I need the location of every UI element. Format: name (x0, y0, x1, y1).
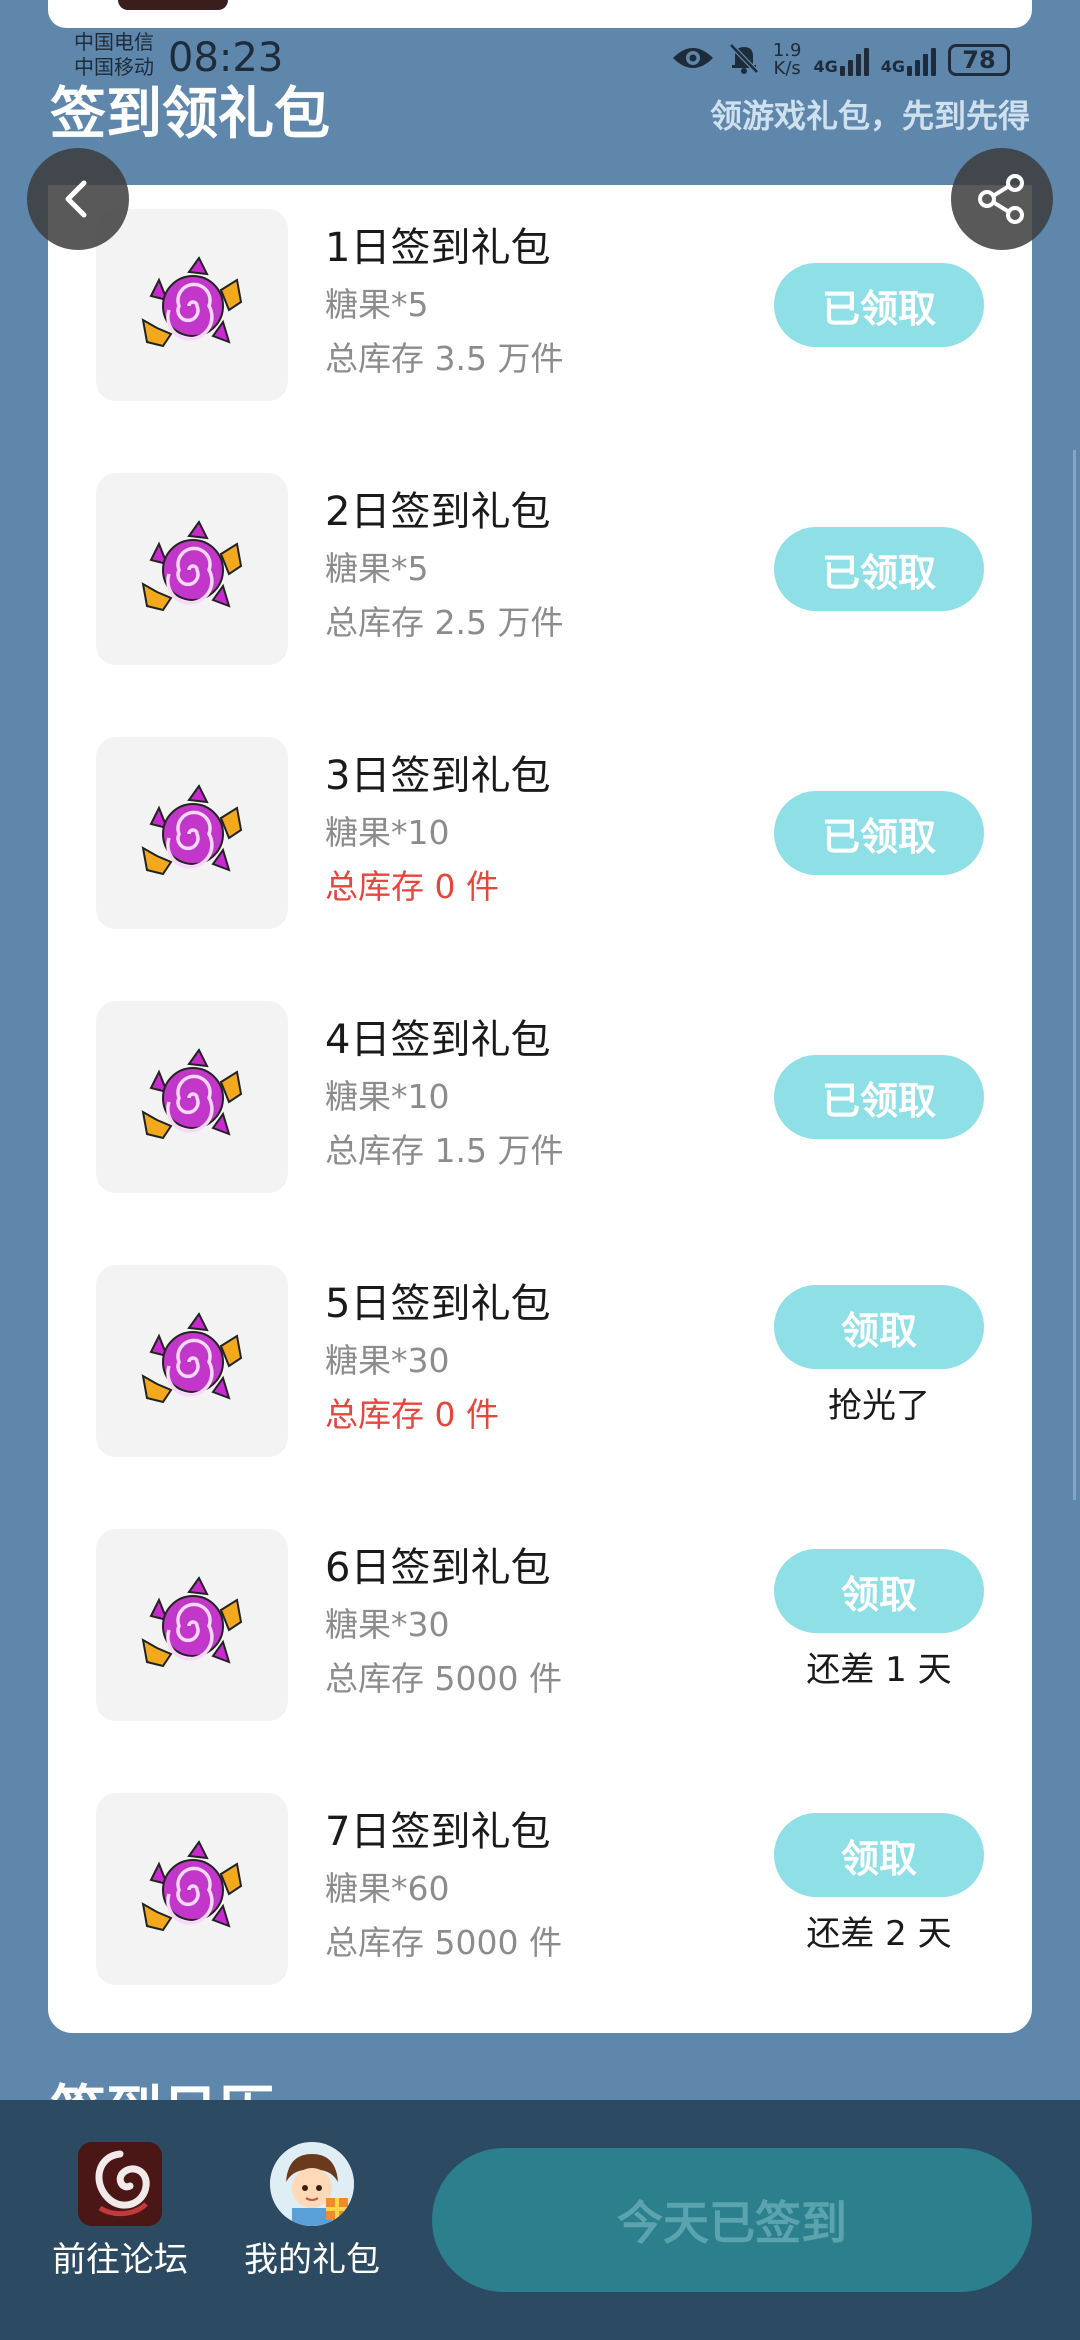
reward-row: 1日签到礼包糖果*5 总库存 3.5 万件 已领取 (48, 173, 1032, 401)
forum-label: 前往论坛 (52, 2240, 188, 2280)
share-button[interactable] (951, 148, 1053, 250)
reward-note: 抢光了 (828, 1386, 930, 1426)
bottom-bar: 前往论坛 我的礼包 今天已签到 (0, 2100, 1080, 2340)
reward-stock: 总库存 1.5 万件 (325, 1131, 564, 1170)
reward-row: 2日签到礼包糖果*5 总库存 2.5 万件 已领取 (48, 437, 1032, 665)
signal-1: 4G (813, 44, 869, 76)
reward-title: 5日签到礼包 (325, 1281, 551, 1327)
claim-button[interactable]: 领取 (774, 1285, 984, 1369)
reward-stock: 总库存 3.5 万件 (325, 339, 564, 378)
reward-desc: 糖果*60 (325, 1869, 450, 1908)
reward-desc: 糖果*5 (325, 285, 429, 324)
network-type-1: 4G (813, 57, 838, 76)
reward-title: 4日签到礼包 (325, 1017, 551, 1063)
share-icon (978, 174, 1024, 224)
checkin-button[interactable]: 今天已签到 (432, 2148, 1032, 2292)
reward-desc: 糖果*10 (325, 1077, 450, 1116)
claim-button[interactable]: 领取 (774, 1813, 984, 1897)
reward-desc: 糖果*30 (325, 1341, 450, 1380)
forum-button[interactable]: 前往论坛 (35, 2142, 205, 2284)
chevron-left-icon (65, 180, 87, 218)
claim-button[interactable]: 已领取 (774, 263, 984, 347)
carrier-1: 中国电信 (74, 30, 154, 54)
reward-desc: 糖果*10 (325, 813, 450, 852)
back-button[interactable] (27, 148, 129, 250)
eye-icon (671, 43, 715, 77)
reward-stock: 总库存 0 件 (325, 867, 499, 906)
candy-icon (96, 737, 288, 929)
network-type-2: 4G (880, 57, 905, 76)
reward-title: 3日签到礼包 (325, 753, 551, 799)
previous-content-image (118, 0, 228, 10)
reward-row: 5日签到礼包糖果*30 总库存 0 件 领取抢光了 (48, 1229, 1032, 1457)
rewards-card: 1日签到礼包 糖果*5 总库存 3.5 万件 已领取 2日签到礼包 糖果*5 总库存 2.5… (48, 185, 1032, 2033)
candy-icon (96, 1001, 288, 1193)
reward-stock: 总库存 5000 件 (325, 1659, 562, 1698)
candy-icon (96, 1793, 288, 1985)
avatar-gift-icon (270, 2142, 354, 2226)
my-gifts-label: 我的礼包 (244, 2240, 380, 2280)
page-subtitle: 领游戏礼包，先到先得 (709, 97, 1030, 135)
reward-title: 2日签到礼包 (325, 489, 551, 535)
claim-button[interactable]: 已领取 (774, 1055, 984, 1139)
reward-row: 3日签到礼包糖果*10 总库存 0 件 已领取 (48, 701, 1032, 929)
candy-icon (96, 473, 288, 665)
mute-bell-icon (727, 41, 761, 79)
reward-desc: 糖果*30 (325, 1605, 450, 1644)
battery-icon: 78 (948, 44, 1010, 76)
reward-title: 6日签到礼包 (325, 1545, 551, 1591)
reward-stock: 总库存 0 件 (325, 1395, 499, 1434)
status-icons: 1.9 K/s 4G 4G 78 (671, 38, 1010, 82)
reward-row: 7日签到礼包糖果*60 总库存 5000 件 领取还差 2 天 (48, 1757, 1032, 1985)
reward-row: 4日签到礼包糖果*10 总库存 1.5 万件 已领取 (48, 965, 1032, 1193)
reward-desc: 糖果*5 (325, 549, 429, 588)
carrier-labels: 中国电信 中国移动 (74, 30, 154, 80)
candy-icon (96, 1265, 288, 1457)
page-title: 签到领礼包 (50, 82, 330, 147)
reward-title: 7日签到礼包 (325, 1809, 551, 1855)
reward-stock: 总库存 5000 件 (325, 1923, 562, 1962)
reward-note: 还差 1 天 (806, 1650, 952, 1690)
reward-title: 1日签到礼包 (325, 225, 551, 271)
candy-icon (96, 1529, 288, 1721)
signal-bars-icon (839, 44, 869, 76)
signal-2: 4G (881, 44, 936, 76)
signal-bars-icon (907, 44, 936, 76)
reward-note: 还差 2 天 (806, 1914, 952, 1954)
reward-stock: 总库存 2.5 万件 (325, 603, 564, 642)
reward-row: 6日签到礼包糖果*30 总库存 5000 件 领取还差 1 天 (48, 1493, 1032, 1721)
status-time: 08:23 (168, 35, 284, 81)
claim-button[interactable]: 领取 (774, 1549, 984, 1633)
game-logo-icon (78, 2142, 162, 2226)
claim-button[interactable]: 已领取 (774, 791, 984, 875)
scrollbar[interactable] (1073, 450, 1076, 1500)
net-speed: 1.9 K/s (773, 42, 802, 78)
carrier-2: 中国移动 (74, 55, 154, 79)
net-speed-unit: K/s (773, 58, 801, 79)
battery-level: 78 (962, 46, 996, 74)
claim-button[interactable]: 已领取 (774, 527, 984, 611)
candy-icon (96, 209, 288, 401)
my-gifts-button[interactable]: 我的礼包 (227, 2142, 397, 2284)
